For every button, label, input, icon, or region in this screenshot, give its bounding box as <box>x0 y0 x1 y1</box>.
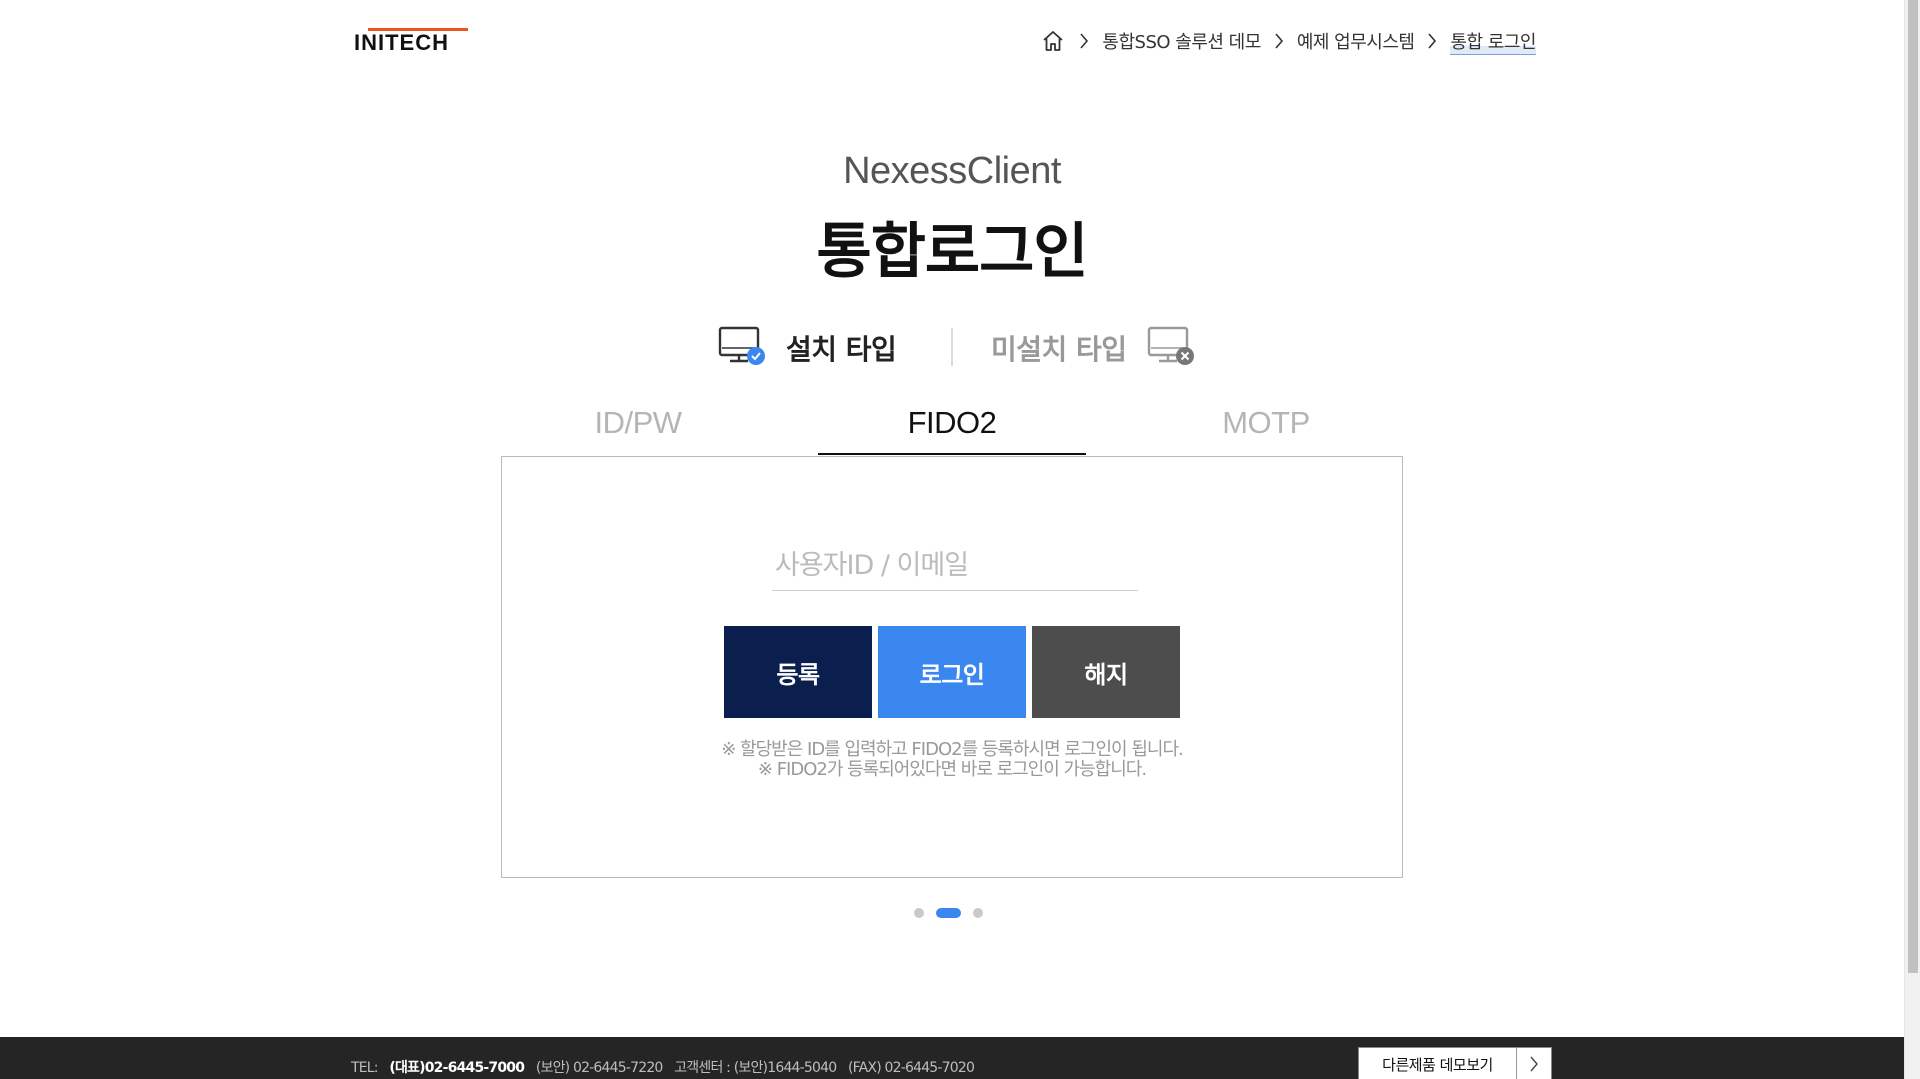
installed-type-label: 설치 타입 <box>786 333 897 366</box>
pager-dot-2[interactable] <box>936 908 961 918</box>
chevron-right-icon <box>1271 28 1287 54</box>
breadcrumb-sso-demo[interactable]: 통합SSO 솔루션 데모 <box>1102 28 1261 54</box>
login-button[interactable]: 로그인 <box>878 626 1026 718</box>
breadcrumb: 통합SSO 솔루션 데모 예제 업무시스템 통합 로그인 <box>1040 26 1536 56</box>
tab-id-pw[interactable]: ID/PW <box>504 395 772 455</box>
guide-note: ※ 할당받은 ID를 입력하고 FIDO2를 등록하시면 로그인이 됩니다. <box>721 739 1184 760</box>
vertical-scrollbar[interactable] <box>1904 0 1920 1079</box>
demo-button-label: 다른제품 데모보기 <box>1382 1055 1493 1074</box>
page-subtitle: NexessClient <box>843 150 1061 192</box>
breadcrumb-example-system[interactable]: 예제 업무시스템 <box>1297 28 1415 54</box>
header: INITECH 통합SSO 솔루션 데모 예제 업무시스템 통합 로그인 <box>0 0 1904 80</box>
breadcrumb-integrated-login[interactable]: 통합 로그인 <box>1450 27 1536 55</box>
monitor-x-icon <box>1147 326 1195 370</box>
tel-main: (대표)02-6445-7000 <box>389 1060 525 1076</box>
fido2-login-panel: 등록 로그인 해지 ※ 할당받은 ID를 입력하고 FIDO2를 등록하시면 로… <box>501 456 1403 878</box>
tel-label: TEL: (대표)02-6445-7000 <box>351 1060 525 1076</box>
login-method-tabs: ID/PW FIDO2 MOTP <box>552 395 1352 457</box>
tab-fido2[interactable]: FIDO2 <box>818 395 1086 455</box>
home-icon[interactable] <box>1040 28 1066 54</box>
fax: (FAX) 02-6445-7020 <box>848 1060 975 1076</box>
action-buttons: 등록 로그인 해지 <box>724 626 1180 718</box>
user-id-email-input[interactable] <box>772 541 1138 591</box>
page: INITECH 통합SSO 솔루션 데모 예제 업무시스템 통합 로그인 Nex… <box>0 0 1920 1079</box>
revoke-button[interactable]: 해지 <box>1032 626 1180 718</box>
guide-note: ※ FIDO2가 등록되어있다면 바로 로그인이 가능합니다. <box>757 759 1147 780</box>
tel-support: 고객센터 : (보안)1644-5040 <box>674 1060 837 1076</box>
slide-pager <box>914 907 983 919</box>
uninstalled-type-option[interactable]: 미설치 타입 <box>991 326 1195 370</box>
tab-motp[interactable]: MOTP <box>1132 395 1400 455</box>
install-type-selector: 설치 타입 미설치 타입 <box>0 326 1904 370</box>
initech-logo[interactable]: INITECH <box>354 28 468 56</box>
page-title: 통합로그인 <box>816 217 1089 287</box>
pager-dot-3[interactable] <box>973 908 983 918</box>
uninstalled-type-label: 미설치 타입 <box>991 333 1127 366</box>
logo-text: INITECH <box>354 30 449 55</box>
chevron-right-icon <box>1424 28 1440 54</box>
tel-security: (보안) 02-6445-7220 <box>535 1060 664 1076</box>
contact-info: TEL: (대표)02-6445-7000 (보안) 02-6445-7220 … <box>351 1057 982 1077</box>
guide-notes: ※ 할당받은 ID를 입력하고 FIDO2를 등록하시면 로그인이 됩니다. ※… <box>502 740 1402 780</box>
installed-type-option[interactable]: 설치 타입 <box>718 326 897 370</box>
scrollbar-thumb[interactable] <box>1908 0 1918 973</box>
footer: TEL: (대표)02-6445-7000 (보안) 02-6445-7220 … <box>0 1037 1904 1079</box>
chevron-right-icon <box>1516 1048 1551 1079</box>
other-products-demo-button[interactable]: 다른제품 데모보기 <box>1358 1047 1552 1079</box>
type-divider <box>951 328 953 366</box>
monitor-check-icon <box>718 326 766 370</box>
register-button[interactable]: 등록 <box>724 626 872 718</box>
pager-dot-1[interactable] <box>914 908 924 918</box>
chevron-right-icon <box>1076 28 1092 54</box>
